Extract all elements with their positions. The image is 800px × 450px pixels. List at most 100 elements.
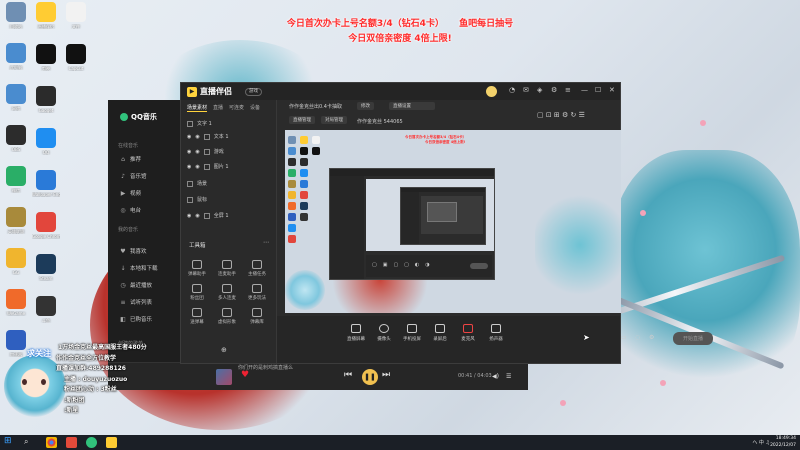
chrome-icon[interactable] — [46, 437, 57, 448]
tag-live-manage[interactable]: 直播管理 — [289, 116, 315, 124]
toolbox-more-icon[interactable]: ⋯ — [263, 239, 269, 246]
qq-item-recommend[interactable]: ⌂ 推荐 — [120, 155, 141, 164]
scene-item[interactable]: 文字 1 — [187, 120, 212, 127]
tab-mic[interactable]: 可连麦 — [229, 104, 244, 112]
btn-mic[interactable]: 麦克风 — [455, 324, 481, 342]
desktop-icon[interactable]: 此电脑 — [2, 43, 30, 70]
desktop-icon[interactable]: QQ — [32, 128, 60, 155]
tab-scene[interactable]: 场景素材 — [187, 104, 208, 112]
qq-item-trial[interactable]: ≡ 试听列表 — [120, 298, 152, 307]
scene-item[interactable]: ◉ ◉ 全屏 1 — [187, 212, 229, 219]
desktop-icon[interactable]: OBS — [2, 125, 30, 152]
bag-icon: ◧ — [120, 315, 126, 323]
live-partner-logo-icon: ▶ — [187, 86, 197, 97]
tool-danmaku-lib[interactable]: 弹幕库 — [245, 308, 269, 325]
camera-toggle-icon[interactable]: ▭ — [621, 334, 627, 341]
tool-avatar[interactable]: 虚拟形象 — [215, 308, 239, 325]
qq-item-favorites[interactable]: ♥ 我喜欢 — [120, 247, 146, 256]
live-settings-button[interactable]: 直播设置 — [389, 102, 435, 110]
tag-match-manage[interactable]: 对局管理 — [321, 116, 347, 124]
volume-icon[interactable]: ◀) — [492, 373, 499, 380]
tool-fans[interactable]: 粉丝团 — [185, 284, 209, 301]
scene-item[interactable]: ◉ ◉ 文本 1 — [187, 133, 229, 140]
preview-avatar — [285, 270, 325, 310]
system-clock[interactable]: 18:49:34 2022/12/07 — [770, 436, 796, 449]
desktop-icon[interactable]: GG — [2, 248, 30, 275]
live-partner-window[interactable]: ▶ 直播伴侣 游戏 ◔ ✉ ◈ ⚙ ≡ — ☐ ✕ 场景素材 直播 可连麦 设备… — [180, 82, 713, 364]
desktop-icon[interactable]: 英雄联盟 — [2, 207, 30, 234]
taskbar-app-icon[interactable] — [66, 437, 77, 448]
scene-item[interactable]: 鼠标 — [187, 196, 207, 203]
btn-screen[interactable]: 直播屏幕 — [343, 324, 369, 342]
desktop-icon[interactable]: Steam — [32, 254, 60, 281]
expand-up-icon[interactable]: ⊕ — [221, 346, 227, 354]
btn-camera[interactable]: 摄像头 — [371, 324, 397, 342]
tool-send-danmaku[interactable]: 送弹幕 — [185, 308, 209, 325]
qq-item-recent[interactable]: ◷ 最近播放 — [120, 281, 152, 290]
eye-icon[interactable]: ◉ — [187, 213, 191, 219]
eye-icon[interactable]: ◉ — [187, 149, 191, 155]
tab-live[interactable]: 直播 — [213, 104, 223, 112]
scene-item[interactable]: 场景 — [187, 180, 207, 187]
eye-icon[interactable]: ◉ — [187, 134, 191, 140]
tool-more-play[interactable]: 更多玩法 — [245, 284, 269, 301]
eye-icon[interactable]: ◉ — [187, 164, 191, 170]
desktop-icon[interactable]: CapCut — [62, 44, 90, 71]
scene-item[interactable]: ◉ ◉ 图片 1 — [187, 163, 229, 170]
qq-item-video[interactable]: ▶ 视频 — [120, 189, 141, 198]
desktop-icon[interactable]: 网络 — [2, 84, 30, 111]
windows-start-icon[interactable]: ⊞ — [4, 436, 15, 447]
desktop-icon[interactable]: WeGame — [2, 289, 30, 316]
user-avatar[interactable] — [486, 86, 497, 97]
beauty-icon[interactable]: ◌ — [635, 334, 640, 341]
menu-icon[interactable]: ≡ — [565, 86, 571, 94]
tool-danmaku-helper[interactable]: 弹幕助手 — [185, 260, 209, 277]
qq-item-library[interactable]: ♪ 音乐馆 — [120, 172, 146, 181]
headset-icon[interactable]: ◔ — [509, 86, 515, 94]
next-track-icon[interactable]: ⏭ — [382, 370, 390, 380]
qq-item-radio[interactable]: ◎ 电台 — [120, 206, 141, 215]
prev-track-icon[interactable]: ⏮ — [344, 370, 352, 380]
live-preview[interactable]: 今日首次办卡上号名额3/4（钻石4卡） 今日双倍亲密度 4倍上限! ▢▣▢▢◐◑ — [285, 130, 621, 313]
qq-music-icon[interactable] — [86, 437, 97, 448]
maximize-icon[interactable]: ☐ — [595, 86, 601, 94]
pause-button[interactable]: ❚❚ — [362, 369, 378, 385]
btn-phone-cast[interactable]: 手机投屏 — [399, 324, 425, 342]
capcut2-icon — [66, 44, 86, 64]
eye-icon[interactable]: ◉ — [195, 149, 199, 155]
btn-speaker[interactable]: 扬声器 — [483, 324, 509, 342]
tool-anchor-task[interactable]: 主播任务 — [245, 260, 269, 277]
minimize-icon[interactable]: — — [581, 86, 588, 94]
desktop-icon[interactable]: Google Chrome — [32, 212, 60, 239]
mail-icon[interactable]: ✉ — [523, 86, 529, 94]
qq-icon — [36, 128, 56, 148]
desktop-icon[interactable]: Gaoget — [32, 86, 60, 113]
tab-device[interactable]: 设备 — [250, 104, 260, 112]
like-heart-icon[interactable]: ♥ — [241, 370, 249, 380]
desktop-icon[interactable]: 剪映 — [32, 44, 60, 71]
eye-icon[interactable]: ◉ — [195, 134, 199, 140]
live-partner-icon[interactable] — [106, 437, 117, 448]
eye-icon[interactable]: ◉ — [195, 164, 199, 170]
desktop-icon[interactable]: 斗鱼 — [32, 296, 60, 323]
playlist-icon[interactable]: ☰ — [506, 373, 511, 380]
tool-mic-helper[interactable]: 连麦助手 — [215, 260, 239, 277]
qq-item-local[interactable]: ↓ 本地和下载 — [120, 264, 157, 273]
edit-title-button[interactable]: 修改 — [357, 102, 374, 110]
preview-toolbar-icon[interactable]: ▢ ⊡ ⊞ ⚙ ↻ ☰ — [537, 111, 585, 119]
system-tray[interactable]: ヘ 中 ♫ — [752, 439, 770, 446]
desktop-icon[interactable]: Wallpaper Engine — [32, 170, 60, 197]
tool-multi-mic[interactable]: 多人连麦 — [215, 284, 239, 301]
search-icon[interactable]: ⌕ — [24, 437, 35, 448]
gear-icon[interactable]: ⚙ — [649, 334, 654, 341]
settings-icon[interactable]: ⚙ — [551, 86, 557, 94]
close-icon[interactable]: ✕ — [609, 86, 615, 94]
eye-icon[interactable]: ◉ — [195, 213, 199, 219]
btn-record[interactable]: 录屏后 — [427, 324, 453, 342]
desktop-icon[interactable]: 微信 — [2, 166, 30, 193]
scene-item[interactable]: ◉ ◉ 游戏 — [187, 148, 224, 155]
mode-badge[interactable]: 游戏 — [245, 88, 262, 96]
skin-icon[interactable]: ◈ — [537, 86, 542, 94]
start-live-button[interactable]: 开始直播 — [673, 332, 713, 345]
qq-item-purchased[interactable]: ◧ 已购音乐 — [120, 315, 152, 324]
